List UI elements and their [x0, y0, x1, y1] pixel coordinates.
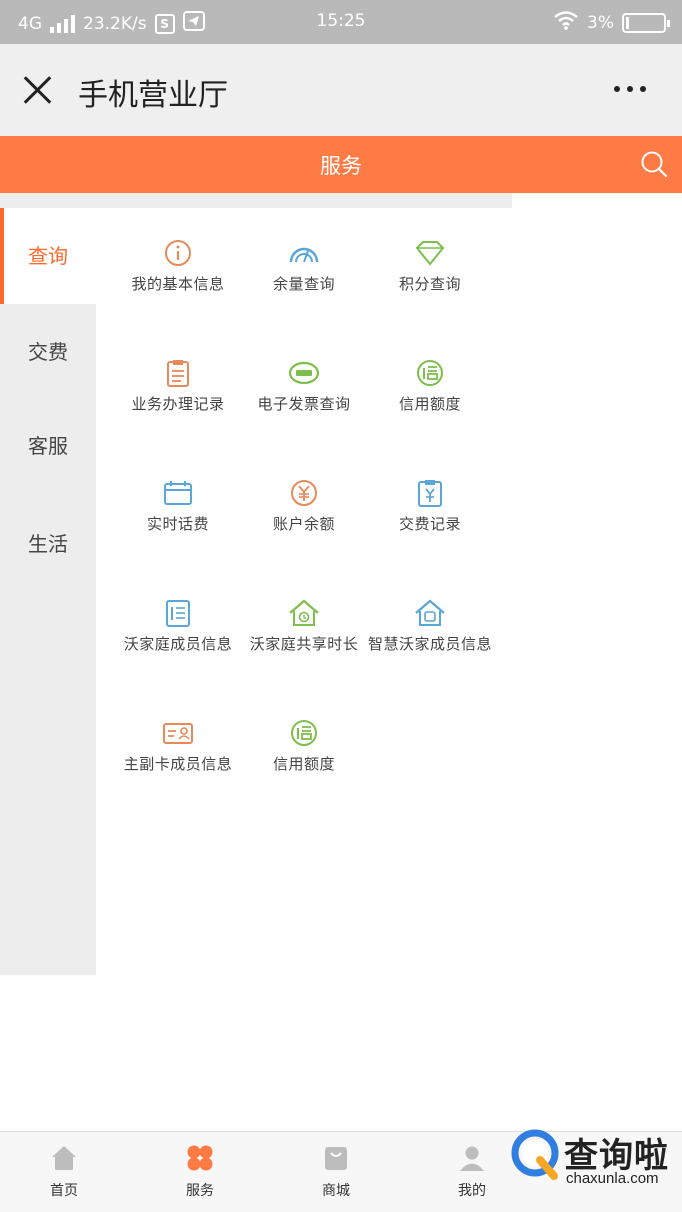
wifi-icon: [553, 10, 579, 35]
service-label: 主副卡成员信息: [123, 755, 233, 773]
service-label: 智慧沃家成员信息: [367, 635, 492, 653]
side-menu-item-query[interactable]: 查询: [0, 208, 96, 304]
service-realtime-charges[interactable]: 实时话费: [114, 478, 242, 534]
nav-label: 首页: [50, 1183, 78, 1199]
side-menu-item-customer-service[interactable]: 客服: [0, 398, 96, 494]
yuan-circle-icon: [291, 480, 317, 506]
service-label: 我的基本信息: [131, 275, 225, 293]
service-credit-limit[interactable]: 信用额度: [366, 358, 494, 414]
user-icon: [460, 1146, 484, 1171]
service-credit-limit-2[interactable]: 信用额度: [240, 718, 368, 774]
service-primary-secondary-card[interactable]: 主副卡成员信息: [114, 718, 242, 774]
service-e-invoice[interactable]: 电子发票查询: [240, 358, 368, 414]
home-clock-icon: [289, 599, 319, 626]
divider-strip: [0, 193, 512, 208]
service-label: 信用额度: [272, 755, 335, 773]
nav-item-service[interactable]: 服务: [140, 1144, 260, 1200]
service-label: 沃家庭共享时长: [249, 635, 359, 653]
member-list-icon: [166, 600, 190, 627]
watermark-q-icon: [511, 1129, 559, 1180]
service-label: 电子发票查询: [257, 395, 351, 413]
service-label: 账户余额: [272, 515, 335, 533]
service-label: 积分查询: [398, 275, 461, 293]
nav-label: 商城: [322, 1183, 350, 1199]
service-header: 服务: [0, 136, 682, 193]
service-label: 信用额度: [398, 395, 461, 413]
status-right: 3%: [553, 10, 670, 35]
battery-icon: [622, 12, 670, 33]
diamond-icon: [415, 241, 445, 266]
credit-icon: [291, 720, 317, 746]
service-business-records[interactable]: 业务办理记录: [114, 358, 242, 414]
invoice-cloud-icon: [288, 361, 320, 385]
side-menu-item-payment[interactable]: 交费: [0, 304, 96, 400]
page-title: 手机营业厅: [78, 78, 228, 113]
service-label: 余量查询: [272, 275, 335, 293]
calendar-icon: [164, 481, 192, 505]
nav-item-home[interactable]: 首页: [4, 1144, 124, 1200]
status-bar: 4G 23.2K/s S 15:25 3%: [0, 0, 682, 44]
service-points-query[interactable]: 积分查询: [366, 238, 494, 294]
nav-item-shop[interactable]: 商城: [276, 1144, 396, 1200]
close-icon[interactable]: [20, 72, 56, 108]
header-title: 服务: [320, 154, 362, 178]
shop-bag-icon: [325, 1147, 347, 1170]
service-balance-query[interactable]: 余量查询: [240, 238, 368, 294]
side-menu-item-life[interactable]: 生活: [0, 496, 96, 592]
title-bar: 手机营业厅: [0, 44, 682, 136]
service-label: 沃家庭成员信息: [123, 635, 233, 653]
watermark-logo: 查询啦 chaxunla.com: [506, 1122, 682, 1192]
service-grid-icon: [187, 1145, 213, 1171]
service-wo-family-shared-time[interactable]: 沃家庭共享时长: [240, 598, 368, 654]
service-label: 业务办理记录: [131, 395, 225, 413]
id-card-icon: [163, 723, 193, 744]
service-account-balance[interactable]: 账户余额: [240, 478, 368, 534]
side-menu: 查询 交费 客服 生活: [0, 208, 96, 975]
clipboard-icon: [167, 360, 189, 387]
service-label: 实时话费: [146, 515, 209, 533]
smart-home-icon: [415, 599, 445, 626]
more-menu-icon[interactable]: [614, 86, 646, 92]
gauge-icon: [289, 247, 319, 263]
credit-icon: [417, 360, 443, 386]
nav-label: 服务: [186, 1183, 214, 1199]
service-smart-wo-family-members[interactable]: 智慧沃家成员信息: [366, 598, 494, 654]
search-icon[interactable]: [640, 150, 668, 178]
service-payment-records[interactable]: 交费记录: [366, 478, 494, 534]
service-wo-family-members[interactable]: 沃家庭成员信息: [114, 598, 242, 654]
home-icon: [52, 1146, 76, 1170]
service-label: 交费记录: [398, 515, 461, 533]
service-basic-info[interactable]: 我的基本信息: [114, 238, 242, 294]
info-circle-icon: [165, 240, 191, 266]
battery-percent: 3%: [587, 12, 614, 33]
watermark-domain: chaxunla.com: [566, 1170, 659, 1187]
yuan-clipboard-icon: [418, 480, 442, 507]
